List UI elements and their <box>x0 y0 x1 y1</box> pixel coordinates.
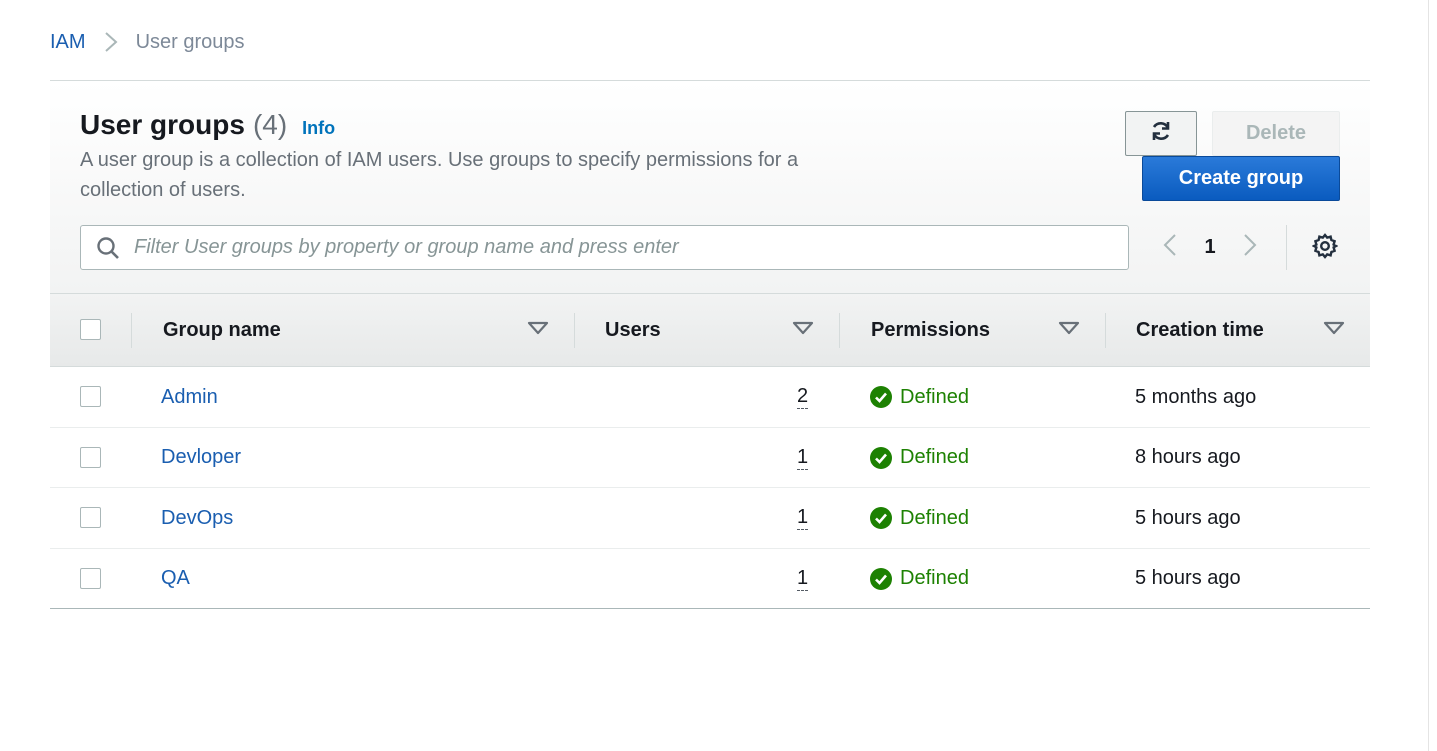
group-name-link[interactable]: Devloper <box>161 446 241 469</box>
title-row: User groups (4) Info <box>80 109 335 141</box>
current-page-number[interactable]: 1 <box>1185 236 1235 259</box>
creation-time: 5 months ago <box>1135 385 1257 408</box>
create-group-button[interactable]: Create group <box>1142 156 1340 201</box>
creation-time: 5 hours ago <box>1135 506 1241 529</box>
row-checkbox[interactable] <box>80 446 101 468</box>
gear-icon <box>1311 232 1339 264</box>
sort-down-icon[interactable] <box>1058 321 1080 340</box>
group-name-link[interactable]: DevOps <box>161 507 233 530</box>
table-header-panel: User groups (4) Info A user group is a c… <box>50 81 1370 293</box>
table-row[interactable]: Devloper 1 Defined 8 hours ago <box>50 427 1370 488</box>
permissions-status-label: Defined <box>900 385 969 408</box>
previous-page-button[interactable] <box>1155 233 1185 263</box>
permissions-status: Defined <box>870 386 969 409</box>
next-page-button[interactable] <box>1235 233 1265 263</box>
breadcrumb-iam-link[interactable]: IAM <box>50 31 86 54</box>
column-header-creation-time[interactable]: Creation time <box>1136 294 1264 366</box>
filter-input[interactable] <box>132 235 1112 260</box>
sort-down-icon[interactable] <box>1323 321 1345 340</box>
creation-time: 5 hours ago <box>1135 567 1241 589</box>
table-column-headers: Group name Users Permissions Creation ti… <box>50 293 1370 367</box>
check-circle-icon <box>870 567 892 590</box>
sort-down-icon[interactable] <box>527 321 549 340</box>
permissions-status: Defined <box>870 446 969 469</box>
table-settings-button[interactable] <box>1310 232 1340 264</box>
permissions-status-label: Defined <box>900 567 969 589</box>
column-divider <box>839 313 840 348</box>
column-divider <box>1105 313 1106 348</box>
group-name-link[interactable]: QA <box>161 567 190 590</box>
sort-down-icon[interactable] <box>792 321 814 340</box>
users-count[interactable]: 2 <box>797 385 809 409</box>
permissions-status-label: Defined <box>900 506 969 529</box>
info-link[interactable]: Info <box>302 118 335 139</box>
row-checkbox[interactable] <box>80 567 101 589</box>
group-name-link[interactable]: Admin <box>161 386 218 409</box>
check-circle-icon <box>870 446 892 469</box>
breadcrumb-current: User groups <box>135 30 245 53</box>
chevron-right-icon <box>1243 233 1257 262</box>
chevron-right-icon <box>104 31 118 53</box>
pagination: 1 <box>1155 225 1265 270</box>
chevron-left-icon <box>1163 233 1177 262</box>
permissions-status: Defined <box>870 507 969 530</box>
refresh-icon <box>1149 119 1173 149</box>
page-description: A user group is a collection of IAM user… <box>80 149 799 201</box>
page-edge-divider <box>1428 0 1429 751</box>
check-circle-icon <box>870 386 892 408</box>
column-header-group-name[interactable]: Group name <box>163 294 281 366</box>
permissions-status: Defined <box>870 567 969 590</box>
users-count[interactable]: 1 <box>797 567 809 591</box>
search-icon <box>96 236 120 260</box>
table-row[interactable]: DevOps 1 Defined 5 hours ago <box>50 488 1370 549</box>
table-row[interactable]: QA 1 Defined 5 hours ago <box>50 548 1370 609</box>
row-checkbox[interactable] <box>80 507 101 528</box>
users-count[interactable]: 1 <box>797 506 809 530</box>
column-header-permissions[interactable]: Permissions <box>871 294 990 366</box>
select-all-checkbox[interactable] <box>80 319 101 340</box>
group-count: (4) <box>252 109 288 140</box>
column-header-users[interactable]: Users <box>605 294 661 366</box>
row-checkbox[interactable] <box>80 386 101 407</box>
page-title: User groups <box>80 109 245 140</box>
column-divider <box>131 313 132 348</box>
filter-box <box>80 225 1129 270</box>
column-divider <box>574 313 575 348</box>
breadcrumb: IAM User groups <box>50 30 245 54</box>
users-count[interactable]: 1 <box>797 446 809 470</box>
pagination-divider <box>1286 225 1287 270</box>
permissions-status-label: Defined <box>900 446 969 468</box>
user-groups-container: User groups (4) Info A user group is a c… <box>50 80 1370 610</box>
table-row[interactable]: Admin 2 Defined 5 months ago <box>50 367 1370 428</box>
creation-time: 8 hours ago <box>1135 446 1241 468</box>
refresh-button[interactable] <box>1125 111 1197 156</box>
check-circle-icon <box>870 507 892 529</box>
delete-button[interactable]: Delete <box>1212 111 1340 156</box>
